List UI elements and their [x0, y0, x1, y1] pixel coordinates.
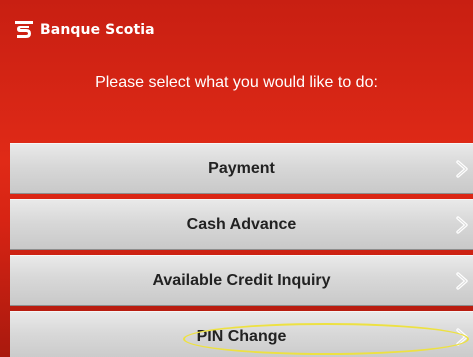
- chevron-right-icon: [456, 160, 468, 178]
- transaction-menu: Payment Cash Advance Available Credit In…: [10, 143, 473, 357]
- chevron-right-icon: [456, 272, 468, 290]
- available-credit-inquiry-button[interactable]: Available Credit Inquiry: [10, 255, 473, 306]
- payment-button-label: Payment: [208, 160, 275, 177]
- pin-change-button-label: PIN Change: [196, 328, 287, 345]
- atm-screen: Banque Scotia Please select what you wou…: [0, 0, 473, 357]
- brand-header: Banque Scotia: [14, 20, 155, 40]
- pin-change-button[interactable]: PIN Change: [10, 311, 473, 357]
- payment-button[interactable]: Payment: [10, 143, 473, 194]
- chevron-right-icon: [456, 216, 468, 234]
- chevron-right-icon: [456, 328, 468, 346]
- brand-name: Banque Scotia: [40, 22, 155, 38]
- cash-advance-button[interactable]: Cash Advance: [10, 199, 473, 250]
- instruction-prompt: Please select what you would like to do:: [95, 74, 378, 91]
- cash-advance-button-label: Cash Advance: [186, 216, 297, 233]
- scotiabank-logo-icon: [15, 21, 33, 38]
- available-credit-inquiry-button-label: Available Credit Inquiry: [152, 272, 331, 289]
